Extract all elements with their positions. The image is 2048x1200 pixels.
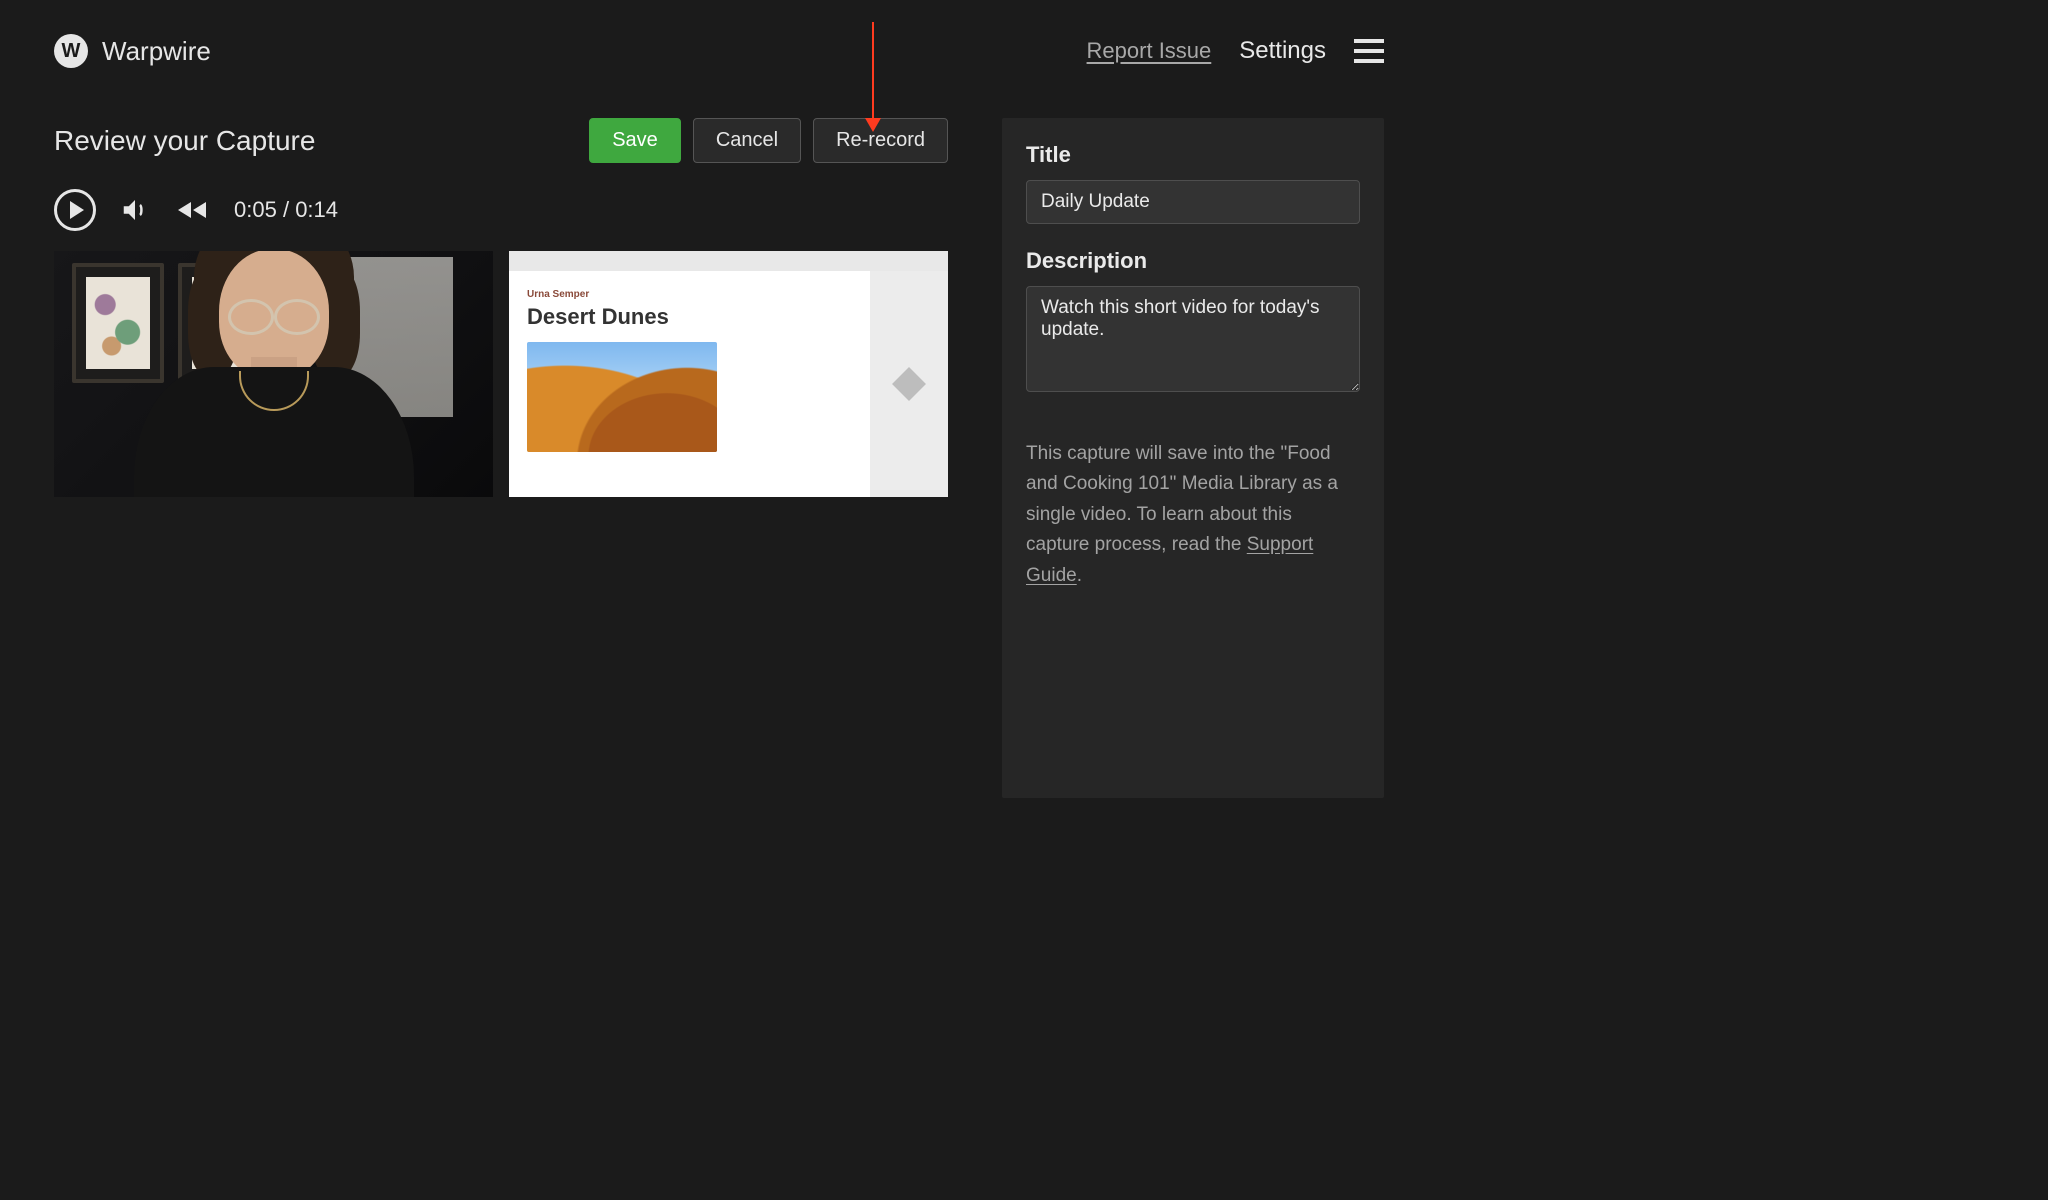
- title-input[interactable]: [1026, 180, 1360, 224]
- slide-subtitle: Urna Semper: [527, 289, 852, 300]
- rewind-icon[interactable]: [174, 195, 210, 225]
- title-label: Title: [1026, 142, 1360, 168]
- side-panel: Title Description This capture will save…: [1002, 118, 1384, 798]
- description-input[interactable]: [1026, 286, 1360, 392]
- play-button[interactable]: [54, 189, 96, 231]
- menu-icon[interactable]: [1354, 39, 1384, 63]
- camera-preview: [54, 251, 493, 497]
- page-title: Review your Capture: [54, 125, 315, 157]
- player-controls: 0:05 / 0:14: [54, 189, 948, 231]
- screen-preview: Urna Semper Desert Dunes: [509, 251, 948, 497]
- time-current: 0:05: [234, 197, 277, 222]
- action-buttons: Save Cancel Re-record: [589, 118, 948, 163]
- annotation-arrow: [872, 22, 874, 130]
- slide-title: Desert Dunes: [527, 304, 852, 330]
- brand-name: Warpwire: [102, 36, 211, 67]
- play-icon: [70, 201, 84, 219]
- slide-image: [527, 342, 717, 452]
- brush-icon: [892, 367, 926, 401]
- timecode: 0:05 / 0:14: [234, 197, 338, 223]
- volume-icon[interactable]: [120, 195, 150, 225]
- save-hint: This capture will save into the "Food an…: [1026, 439, 1360, 591]
- cancel-button[interactable]: Cancel: [693, 118, 801, 163]
- app-header: W Warpwire Report Issue Settings: [0, 0, 1438, 78]
- description-label: Description: [1026, 248, 1360, 274]
- time-total: 0:14: [295, 197, 338, 222]
- settings-link[interactable]: Settings: [1239, 37, 1326, 65]
- report-issue-link[interactable]: Report Issue: [1087, 38, 1212, 64]
- save-button[interactable]: Save: [589, 118, 681, 163]
- brand: W Warpwire: [54, 34, 211, 68]
- brand-logo: W: [54, 34, 88, 68]
